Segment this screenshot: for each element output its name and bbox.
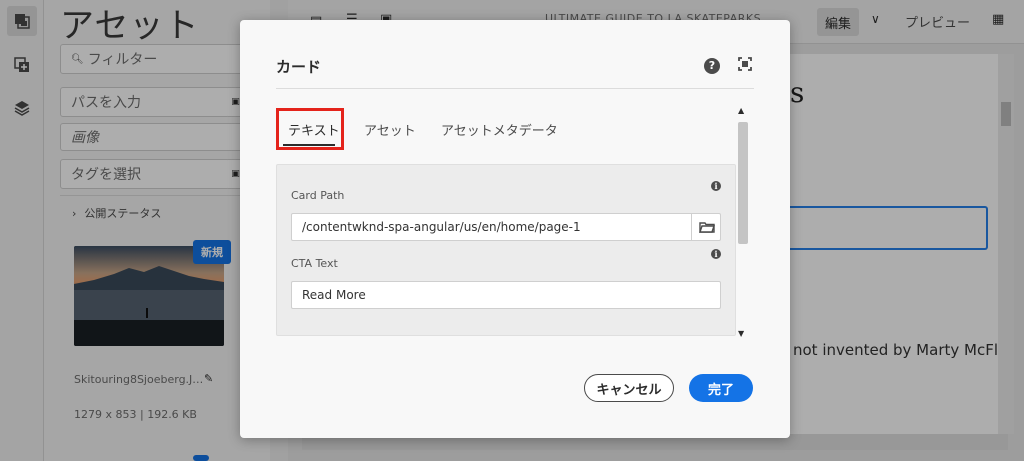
tab-asset[interactable]: アセット [364,108,416,150]
tab-highlight-box [276,108,344,150]
card-path-input[interactable]: /contentwknd-spa-angular/us/en/home/page… [291,213,721,241]
dialog-scroll-thumb[interactable] [738,122,748,244]
done-button[interactable]: 完了 [689,374,753,402]
scroll-down-icon[interactable]: ▼ [738,329,744,338]
card-dialog: カード ? テキスト アセット アセットメタデータ i Card Path /c… [240,20,790,438]
dialog-tabs: テキスト アセット アセットメタデータ [276,108,736,150]
cta-text-input[interactable]: Read More [291,281,721,309]
cta-text-label: CTA Text [291,257,338,270]
dialog-divider [276,88,754,89]
folder-icon[interactable] [691,213,721,241]
cancel-button[interactable]: キャンセル [584,374,674,402]
dialog-title: カード [276,58,322,76]
fullscreen-icon[interactable] [738,56,752,75]
tab-asset-metadata[interactable]: アセットメタデータ [441,108,558,150]
dialog-scrollbar[interactable]: ▲ ▼ [736,106,750,338]
info-icon[interactable]: i [711,181,721,191]
scroll-up-icon[interactable]: ▲ [738,106,744,115]
card-path-label: Card Path [291,189,345,202]
help-icon[interactable]: ? [704,57,720,74]
dialog-form: i Card Path /contentwknd-spa-angular/us/… [276,164,736,336]
info-icon[interactable]: i [711,249,721,259]
